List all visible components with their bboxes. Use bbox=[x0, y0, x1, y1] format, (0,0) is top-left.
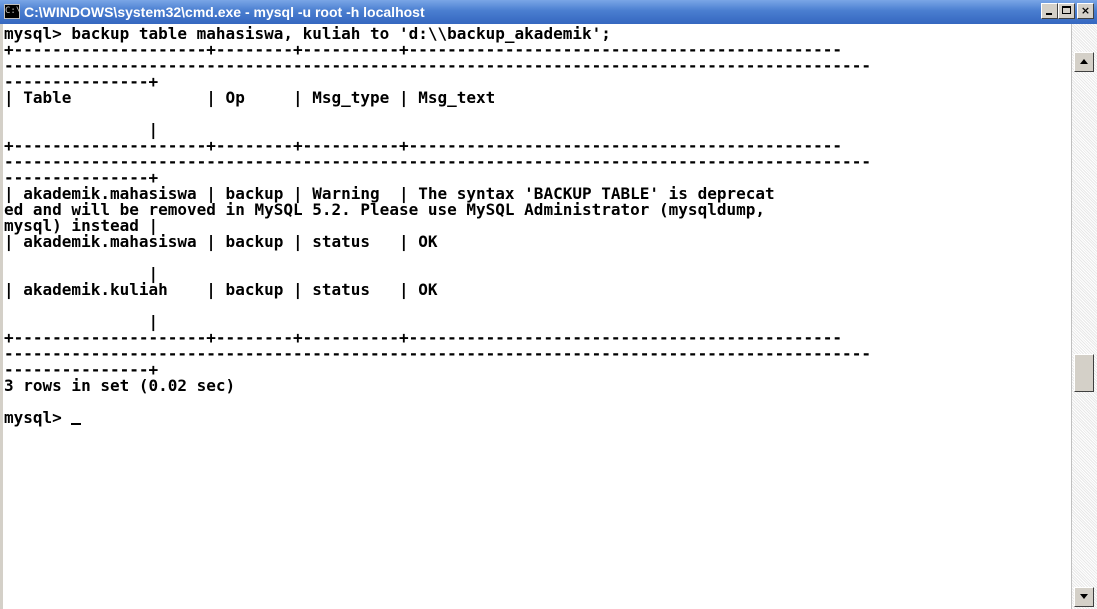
console-line: ----------------------------------------… bbox=[4, 344, 871, 363]
console-line: ----------------------------------------… bbox=[4, 56, 871, 75]
text-cursor bbox=[71, 423, 82, 425]
console-line: | akademik.kuliah | backup | status | OK bbox=[4, 280, 438, 299]
console-line: ----------------------------------------… bbox=[4, 152, 871, 171]
cmd-icon[interactable]: C:\ bbox=[4, 4, 20, 19]
vertical-scrollbar[interactable] bbox=[1071, 24, 1097, 609]
console-line: 3 rows in set (0.02 sec) bbox=[4, 376, 236, 395]
close-icon: × bbox=[1080, 4, 1091, 17]
cmd-window: C:\ C:\WINDOWS\system32\cmd.exe - mysql … bbox=[0, 0, 1097, 609]
console-line: ed and will be removed in MySQL 5.2. Ple… bbox=[4, 200, 765, 219]
minimize-icon bbox=[1046, 13, 1052, 15]
console-output[interactable]: mysql> backup table mahasiswa, kuliah to… bbox=[0, 24, 1071, 609]
console-text: mysql> backup table mahasiswa, kuliah to… bbox=[3, 24, 1071, 426]
scroll-down-arrow-icon[interactable] bbox=[1074, 587, 1094, 607]
console-line: mysql> bbox=[4, 410, 1071, 426]
title-bar[interactable]: C:\ C:\WINDOWS\system32\cmd.exe - mysql … bbox=[0, 0, 1097, 24]
window-title: C:\WINDOWS\system32\cmd.exe - mysql -u r… bbox=[24, 4, 425, 20]
console-line: | Table | Op | Msg_type | Msg_text bbox=[4, 88, 496, 107]
close-button[interactable]: × bbox=[1077, 3, 1094, 19]
minimize-button[interactable] bbox=[1041, 3, 1058, 19]
console-line: | akademik.mahasiswa | backup | status |… bbox=[4, 232, 438, 251]
scrollbar-thumb[interactable] bbox=[1074, 354, 1094, 392]
scroll-up-arrow-icon[interactable] bbox=[1074, 52, 1094, 72]
maximize-button[interactable] bbox=[1058, 3, 1075, 19]
maximize-icon bbox=[1062, 6, 1071, 14]
